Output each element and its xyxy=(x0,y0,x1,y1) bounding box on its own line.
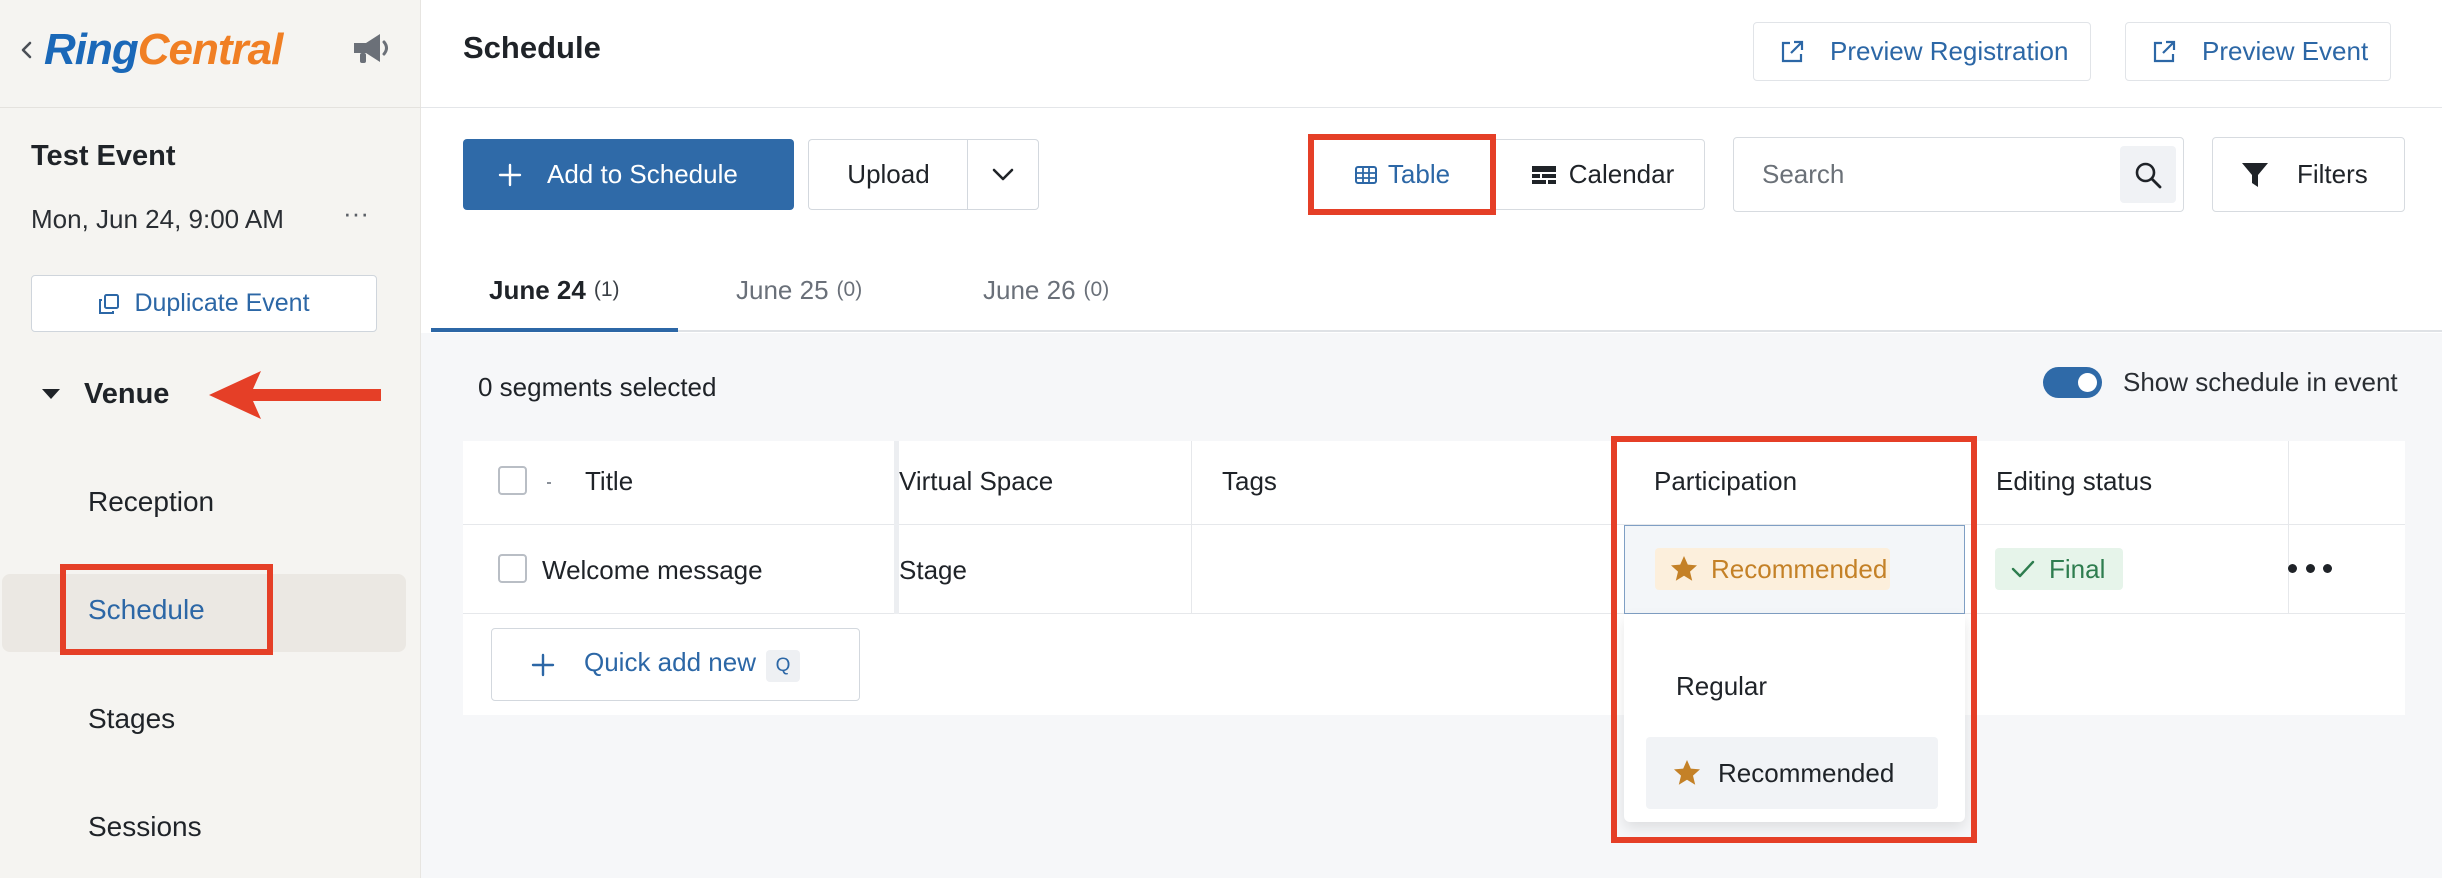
search-input[interactable] xyxy=(1762,138,2092,211)
quick-add-text: Quick add new xyxy=(584,647,756,677)
view-calendar-button[interactable]: Calendar xyxy=(1500,139,1705,210)
option-label: Recommended xyxy=(1718,757,1895,788)
filters-label: Filters xyxy=(2297,159,2368,189)
external-link-icon xyxy=(2153,40,2176,62)
filters-button[interactable]: Filters xyxy=(2212,137,2405,212)
sidebar-section-venue[interactable]: Venue xyxy=(40,372,169,416)
megaphone-icon[interactable] xyxy=(350,28,394,68)
column-header-editing-status[interactable]: Editing status xyxy=(1996,466,2152,497)
view-calendar-label: Calendar xyxy=(1568,159,1675,189)
sidebar-item-sessions[interactable]: Sessions xyxy=(88,811,202,843)
event-date: Mon, Jun 24, 9:00 AM xyxy=(31,204,284,234)
quick-add-label: Quick add new Q xyxy=(584,647,800,682)
annotation-arrow-icon xyxy=(209,371,381,419)
sort-indicator xyxy=(547,482,551,484)
tab-count: (0) xyxy=(836,278,863,301)
duplicate-icon xyxy=(99,293,120,314)
upload-button[interactable]: Upload xyxy=(808,139,968,210)
duplicate-event-label: Duplicate Event xyxy=(134,289,310,317)
duplicate-event-button[interactable]: Duplicate Event xyxy=(31,275,377,332)
column-divider xyxy=(1976,441,1977,614)
option-label: Regular xyxy=(1676,670,1768,701)
column-divider xyxy=(1191,441,1192,614)
tab-label: June 26 xyxy=(983,274,1076,305)
row-more-icon[interactable] xyxy=(2285,550,2335,586)
row-title[interactable]: Welcome message xyxy=(542,555,763,586)
view-table-label: Table xyxy=(1387,159,1451,189)
date-tabs xyxy=(431,248,2442,332)
search-icon xyxy=(2135,162,2162,188)
tab-count: (1) xyxy=(593,278,620,301)
star-icon xyxy=(1674,760,1700,785)
tab-label: June 24 xyxy=(489,274,586,305)
chevron-down-icon xyxy=(992,168,1014,180)
table-icon xyxy=(1354,165,1377,184)
external-link-icon xyxy=(1781,40,1804,62)
preview-registration-button[interactable]: Preview Registration xyxy=(1753,22,2092,81)
sidebar-item-reception[interactable]: Reception xyxy=(88,486,214,518)
row-checkbox[interactable] xyxy=(498,554,527,583)
dot xyxy=(2323,563,2332,573)
participation-badge-label: Recommended xyxy=(1711,553,1888,584)
venue-label: Venue xyxy=(84,377,170,410)
shortcut-key-badge: Q xyxy=(765,650,800,682)
tab-june-26[interactable]: June 26 (0) xyxy=(983,248,1109,332)
preview-registration-label: Preview Registration xyxy=(1830,36,2069,66)
sidebar-header: RingCentral xyxy=(0,0,421,108)
tab-june-25[interactable]: June 25 (0) xyxy=(736,248,862,332)
column-divider xyxy=(1612,441,1613,614)
calendar-icon xyxy=(1531,165,1556,184)
participation-badge[interactable]: Recommended xyxy=(1655,548,1890,590)
page-header: Schedule Preview Registration Preview Ev… xyxy=(421,0,2442,108)
column-header-tags[interactable]: Tags xyxy=(1222,466,1277,497)
check-icon xyxy=(2011,560,2035,578)
add-to-schedule-label: Add to Schedule xyxy=(547,159,738,189)
add-to-schedule-button[interactable]: Add to Schedule xyxy=(463,139,794,210)
star-icon xyxy=(1671,556,1697,581)
preview-event-button[interactable]: Preview Event xyxy=(2125,22,2392,81)
selection-count: 0 segments selected xyxy=(478,372,717,402)
filter-icon xyxy=(2242,162,2268,187)
plus-icon xyxy=(498,163,522,186)
upload-dropdown-button[interactable] xyxy=(967,139,1039,210)
column-divider xyxy=(2288,441,2289,614)
dropdown-option-regular[interactable]: Regular xyxy=(1646,650,1938,722)
view-table-button[interactable]: Table xyxy=(1308,134,1496,215)
row-virtual-space: Stage xyxy=(899,555,967,585)
back-chevron-icon[interactable] xyxy=(17,38,37,62)
sidebar-item-schedule[interactable]: Schedule xyxy=(88,594,205,626)
search-box xyxy=(1733,137,2184,212)
quick-add-button[interactable]: Quick add new Q xyxy=(491,628,860,701)
column-header-title[interactable]: Title xyxy=(585,466,633,497)
tab-label: June 25 xyxy=(736,274,829,305)
editing-status-badge[interactable]: Final xyxy=(1995,548,2123,590)
dropdown-option-recommended[interactable]: Recommended xyxy=(1646,737,1938,809)
column-header-participation[interactable]: Participation xyxy=(1654,466,1797,497)
column-header-virtual-space[interactable]: Virtual Space xyxy=(899,466,1053,497)
show-schedule-toggle[interactable] xyxy=(2043,367,2102,398)
page-title: Schedule xyxy=(463,30,601,65)
event-name: Test Event xyxy=(31,140,176,172)
sidebar-item-stages[interactable]: Stages xyxy=(88,703,175,735)
show-schedule-label: Show schedule in event xyxy=(2123,367,2398,397)
tab-count: (0) xyxy=(1083,278,1110,301)
tab-june-24[interactable]: June 24 (1) xyxy=(489,248,620,332)
active-tab-indicator xyxy=(431,328,678,332)
caret-down-icon xyxy=(42,389,60,399)
sidebar: RingCentral Test Event Mon, Jun 24, 9:00… xyxy=(0,0,421,878)
search-button[interactable] xyxy=(2120,146,2176,203)
editing-status-label: Final xyxy=(2049,553,2106,584)
dot xyxy=(2305,563,2315,573)
select-all-checkbox[interactable] xyxy=(498,466,527,495)
preview-event-label: Preview Event xyxy=(2202,36,2369,66)
dot xyxy=(2288,563,2297,573)
event-more-button[interactable]: ··· xyxy=(338,198,374,228)
plus-icon xyxy=(531,653,555,676)
ringcentral-logo: RingCentral xyxy=(44,25,283,74)
